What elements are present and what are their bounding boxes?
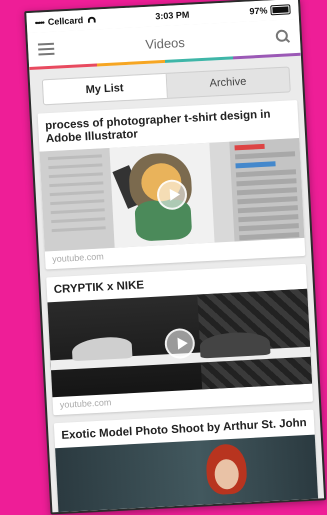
thumbnail-sneaker xyxy=(71,336,133,362)
video-card[interactable]: CRYPTIK x NIKE youtube.com xyxy=(46,263,314,416)
wifi-icon xyxy=(87,16,96,23)
video-card[interactable]: Exotic Model Photo Shoot by Arthur St. J… xyxy=(53,409,319,515)
video-card[interactable]: process of photographer t-shirt design i… xyxy=(37,100,306,270)
battery-percent: 97% xyxy=(249,5,268,17)
video-thumbnail[interactable] xyxy=(55,434,319,515)
segmented-tabs: My List Archive xyxy=(41,66,291,106)
thumbnail-art-panel xyxy=(229,138,305,242)
battery-icon xyxy=(270,4,291,16)
signal-strength-icon: ••••• xyxy=(34,17,45,28)
hamburger-menu-icon[interactable] xyxy=(37,42,55,56)
status-battery-group: 97% xyxy=(249,4,291,17)
video-thumbnail[interactable] xyxy=(47,288,313,398)
tab-archive[interactable]: Archive xyxy=(166,67,290,97)
carrier-name: Cellcard xyxy=(47,15,84,27)
video-thumbnail[interactable] xyxy=(39,138,305,252)
thumbnail-art-panel xyxy=(39,147,115,252)
page-title: Videos xyxy=(144,34,186,52)
tab-my-list[interactable]: My List xyxy=(42,73,168,105)
phone-frame: ••••• Cellcard 3:03 PM 97% Videos My Lis… xyxy=(24,0,327,515)
status-carrier-group: ••••• Cellcard xyxy=(35,15,96,28)
search-icon[interactable] xyxy=(276,29,291,44)
status-time: 3:03 PM xyxy=(155,9,190,22)
